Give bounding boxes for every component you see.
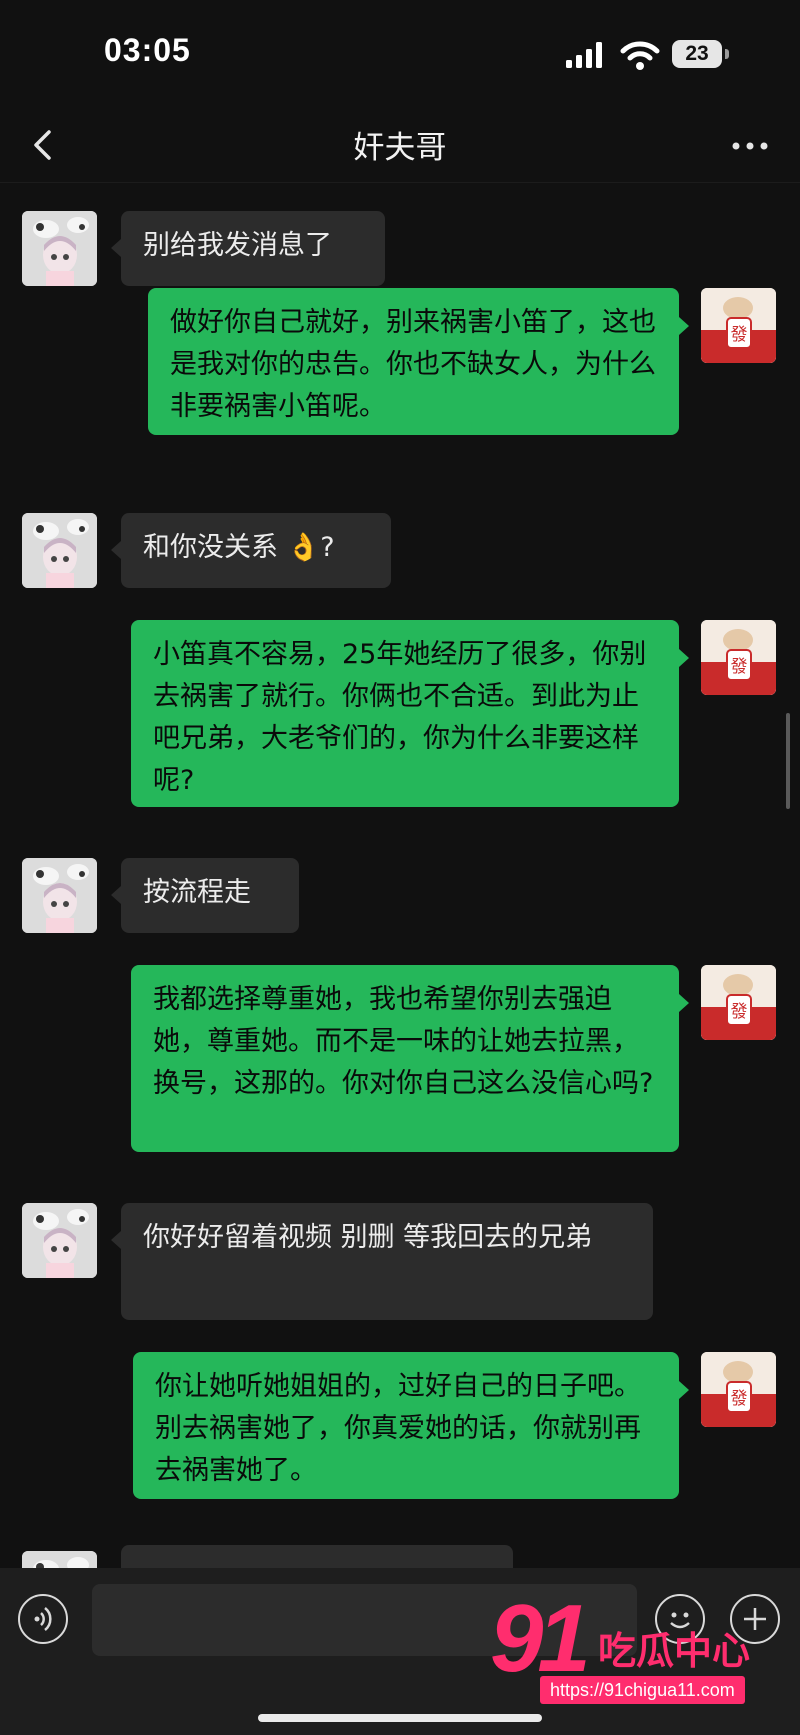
contact-avatar-icon <box>22 1551 97 1568</box>
contact-avatar-icon <box>22 1203 97 1278</box>
self-avatar-icon: 發 <box>701 1352 776 1427</box>
self-avatar-icon: 發 <box>701 288 776 363</box>
avatar-glyph: 發 <box>731 1389 748 1409</box>
watermark-url: https://91chigua11.com <box>540 1676 745 1704</box>
message-bubble[interactable]: 别给我发消息了 <box>121 211 385 286</box>
contact-avatar-icon <box>22 211 97 286</box>
chat-header: 奸夫哥 <box>0 110 800 183</box>
bubble-tail <box>111 1231 121 1249</box>
message-bubble[interactable]: 你让她听她姐姐的，过好自己的日子吧。别去祸害她了，你真爱她的话，你就别再去祸害她… <box>133 1352 679 1499</box>
self-avatar-icon: 發 <box>701 965 776 1040</box>
battery-indicator: 23 <box>672 40 722 68</box>
message-bubble[interactable]: 你好好留着视频 别删 等我回去的兄弟 <box>121 1203 653 1320</box>
avatar-glyph: 發 <box>731 325 748 345</box>
status-time: 03:05 <box>104 32 191 68</box>
avatar-glyph: 發 <box>731 1002 748 1022</box>
home-indicator[interactable] <box>258 1714 542 1722</box>
watermark-name: 吃瓜中心 <box>598 1629 751 1673</box>
wifi-icon <box>620 41 660 70</box>
bubble-tail <box>679 317 689 335</box>
message-bubble[interactable]: 小笛真不容易，25年她经历了很多，你别去祸害了就行。你俩也不合适。到此为止吧兄弟… <box>131 620 679 807</box>
message-bubble-partial[interactable] <box>121 1545 513 1568</box>
voice-button[interactable] <box>18 1594 68 1644</box>
bubble-tail <box>679 994 689 1012</box>
contact-avatar[interactable] <box>22 1203 97 1278</box>
voice-icon <box>34 1607 52 1631</box>
contact-avatar[interactable] <box>22 211 97 286</box>
avatar-glyph: 發 <box>731 657 748 677</box>
scroll-indicator[interactable] <box>786 713 790 809</box>
contact-avatar[interactable] <box>22 858 97 933</box>
bubble-tail <box>111 886 121 904</box>
contact-avatar-icon <box>22 858 97 933</box>
bubble-tail <box>679 649 689 667</box>
more-dots-icon[interactable] <box>728 126 772 166</box>
message-bubble[interactable]: 我都选择尊重她，我也希望你别去强迫她，尊重她。而不是一味的让她去拉黑，换号，这那… <box>131 965 679 1152</box>
bubble-tail <box>111 239 121 257</box>
battery-nub <box>725 49 729 59</box>
contact-avatar-icon <box>22 513 97 588</box>
self-avatar[interactable]: 發 <box>701 1352 776 1427</box>
contact-avatar[interactable] <box>22 513 97 588</box>
message-bubble[interactable]: 做好你自己就好，别来祸害小笛了，这也是我对你的忠告。你也不缺女人，为什么非要祸害… <box>148 288 679 435</box>
self-avatar[interactable]: 發 <box>701 965 776 1040</box>
signal-icon <box>566 42 602 68</box>
self-avatar[interactable]: 發 <box>701 288 776 363</box>
message-bubble[interactable]: 按流程走 <box>121 858 299 933</box>
status-bar: 03:05 23 <box>0 0 800 110</box>
message-list[interactable]: 别给我发消息了 做好你自己就好，别来祸害小笛了，这也是我对你的忠告。你也不缺女人… <box>0 183 800 1568</box>
self-avatar[interactable]: 發 <box>701 620 776 695</box>
bubble-tail <box>111 541 121 559</box>
self-avatar-icon: 發 <box>701 620 776 695</box>
chat-title: 奸夫哥 <box>353 130 447 166</box>
bubble-tail <box>679 1381 689 1399</box>
contact-avatar[interactable] <box>22 1551 97 1568</box>
watermark: 91 吃瓜中心 https://91chigua11.com <box>490 1585 790 1710</box>
message-bubble[interactable]: 和你没关系 👌? <box>121 513 391 588</box>
